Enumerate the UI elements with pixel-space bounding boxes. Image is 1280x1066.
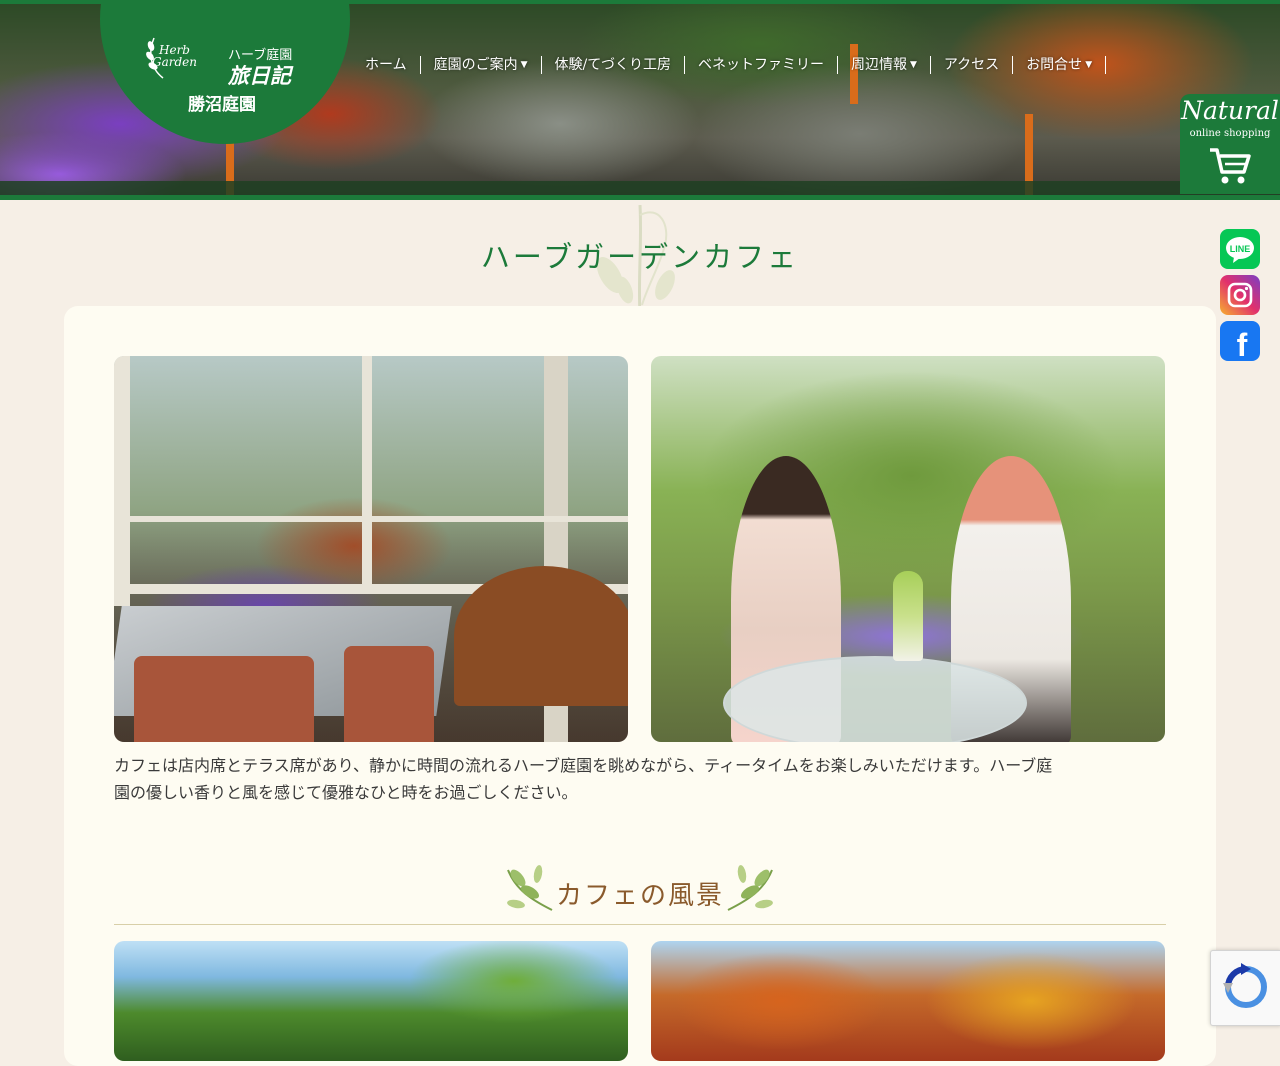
facebook-label: f [1237,327,1248,361]
section-divider [114,924,1166,925]
site-logo[interactable]: Herb Garden ハーブ庭園 旅日記 勝沼庭園 [100,4,350,144]
nav-label: 庭園のご案内 [433,57,518,73]
nav-bennett-family[interactable]: ベネットファミリー [685,56,838,74]
parfait-glass [893,571,923,661]
nav-label: ホーム [365,57,407,73]
cafe-interior-photo [114,356,628,742]
nav-label: 周辺情報 [850,57,907,73]
intro-line: カフェは店内席とテラス席があり、静かに時間の流れるハーブ庭園を眺めながら、ティー… [114,756,1053,775]
nav-access[interactable]: アクセス [931,56,1014,74]
nav-label: お問合せ [1026,57,1083,73]
chevron-down-icon: ▼ [909,60,917,70]
glass-table [723,656,1027,742]
logo-garden-word: Garden [152,55,197,69]
chevron-down-icon: ▼ [520,60,528,70]
chair [134,656,314,742]
intro-line: 園の優しい香りと風を感じて優雅なひと時をお過ごしください。 [114,783,578,802]
window-frame [114,516,628,522]
cart-icon [1210,148,1251,184]
nav-garden-guide[interactable]: 庭園のご案内 ▼ [421,56,542,74]
window-frame [114,356,130,606]
logo-herb-text: Herb Garden [152,44,197,68]
nav-label: アクセス [943,57,1000,73]
recaptcha-icon [1223,963,1267,1008]
nav-label: ベネットファミリー [697,57,824,73]
window-frame [362,356,372,586]
intro-text: カフェは店内席とテラス席があり、静かに時間の流れるハーブ庭園を眺めながら、ティー… [114,752,1166,806]
logo-location: 勝沼庭園 [188,95,256,115]
nav-contact[interactable]: お問合せ ▼ [1013,56,1107,74]
instagram-glyph [1227,282,1253,308]
nav-workshop[interactable]: 体験/てづくり工房 [542,56,685,74]
shop-subtitle: online shopping [1189,128,1271,139]
cafe-scenery-photo-autumn [651,941,1165,1061]
main-nav: ホーム 庭園のご案内 ▼ 体験/てづくり工房 ベネットファミリー 周辺情報 ▼ アク… [352,52,1107,78]
recaptcha-badge[interactable] [1210,950,1280,1026]
facebook-glyph: f [1237,327,1248,363]
chevron-down-icon: ▼ [1085,60,1093,70]
table-cloth [454,566,628,706]
nav-label: 体験/てづくり工房 [554,57,671,73]
header-banner: Herb Garden ハーブ庭園 旅日記 勝沼庭園 ホーム 庭園のご案内 ▼ 体… [0,0,1280,200]
nav-area-info[interactable]: 周辺情報 ▼ [838,56,931,74]
cafe-terrace-photo [651,356,1165,742]
shop-title: Natural [1181,96,1279,125]
page-title: ハーブガーデンカフェ [480,240,800,274]
fence-railing [0,181,1280,195]
section-title: カフェの風景 [555,881,724,911]
online-shop-button[interactable]: Natural online shopping [1180,94,1280,194]
logo-title: 旅日記 [228,63,291,88]
facebook-icon[interactable]: f [1220,321,1260,363]
chair [344,646,434,742]
nav-home[interactable]: ホーム [352,56,421,74]
cafe-scenery-photo-green [114,941,628,1061]
instagram-icon[interactable] [1220,275,1260,315]
